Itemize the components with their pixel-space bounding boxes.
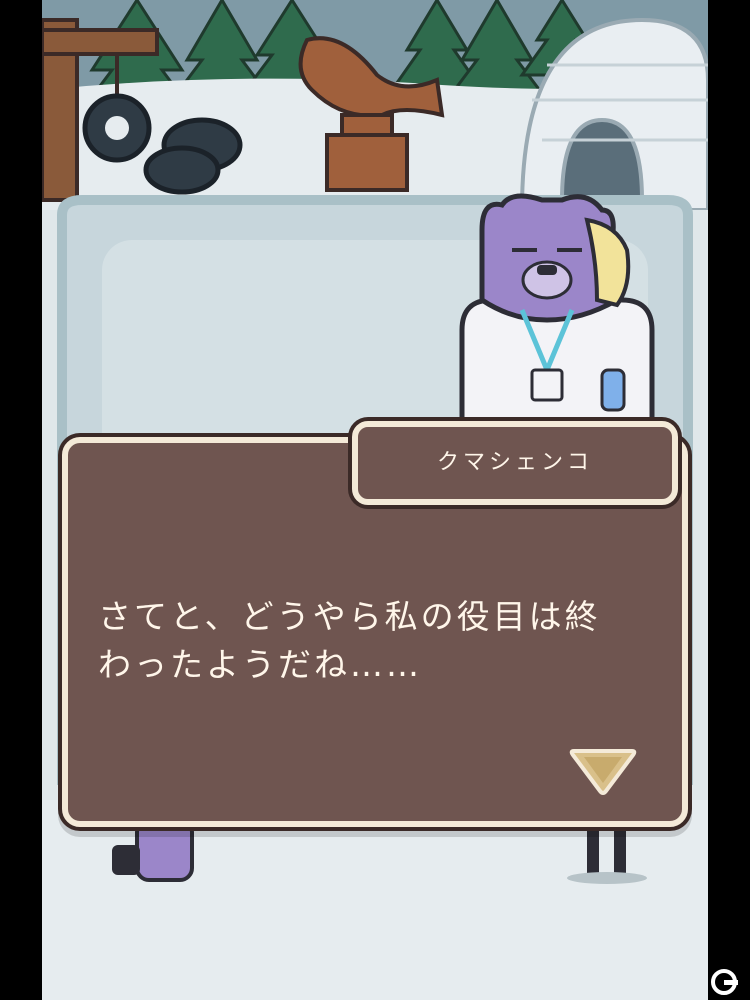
- dialog-box[interactable]: さてと、どうやら私の役目は終 わったようだね…… クマシェンコ: [62, 421, 688, 827]
- game-screen: さてと、どうやら私の役目は終 わったようだね…… クマシェンコ: [42, 0, 708, 1000]
- next-arrow-icon[interactable]: [568, 745, 638, 797]
- speaker-name-plate: クマシェンコ: [352, 421, 678, 505]
- gamer-logo-icon: [711, 969, 738, 995]
- dialog-text: さてと、どうやら私の役目は終 わったようだね……: [98, 593, 668, 689]
- dialog-line-2: わったようだね……: [98, 645, 422, 684]
- dialog-line-1: さてと、どうやら私の役目は終: [98, 597, 601, 636]
- speaker-name: クマシェンコ: [436, 450, 593, 475]
